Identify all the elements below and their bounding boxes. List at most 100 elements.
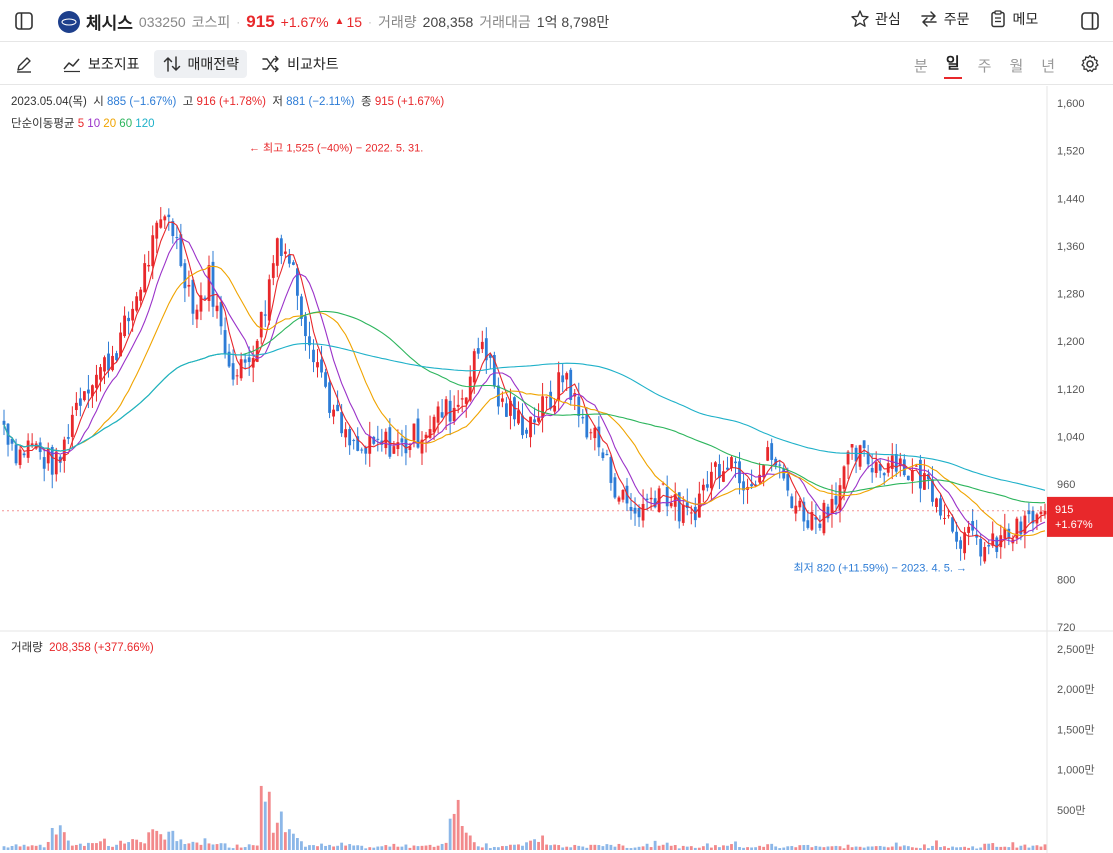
candle-body bbox=[476, 348, 480, 354]
candle-body bbox=[82, 391, 86, 401]
volume-bar bbox=[247, 844, 251, 850]
sort-arrows-icon bbox=[163, 56, 180, 72]
stock-name[interactable]: 체시스 bbox=[86, 9, 133, 34]
volume-bar bbox=[577, 845, 581, 850]
period-week[interactable]: 주 bbox=[976, 55, 994, 76]
period-month[interactable]: 월 bbox=[1007, 55, 1025, 76]
volume-bar bbox=[782, 847, 786, 850]
candle-body bbox=[279, 238, 283, 256]
volume-bar bbox=[758, 845, 762, 850]
volume-bar bbox=[496, 847, 500, 850]
volume-bar bbox=[239, 847, 243, 850]
volume-bar bbox=[308, 845, 311, 850]
memo-button[interactable]: 메모 bbox=[988, 9, 1039, 29]
clipboard-icon bbox=[990, 10, 1005, 28]
volume-bar bbox=[74, 844, 78, 850]
volume-bar bbox=[983, 843, 987, 850]
volume-bar bbox=[629, 848, 633, 850]
volume-bar bbox=[975, 848, 979, 850]
volume-bar bbox=[645, 843, 649, 850]
volume-bar bbox=[898, 846, 902, 850]
candle-body bbox=[798, 500, 802, 508]
candle-body bbox=[633, 507, 637, 514]
volume-bar bbox=[356, 845, 360, 850]
candle-body bbox=[910, 470, 914, 481]
volume-bar bbox=[709, 847, 713, 850]
watch-button[interactable]: 관심 bbox=[850, 9, 901, 29]
candle-body bbox=[320, 359, 323, 373]
volume-tick-label: 500만 bbox=[1057, 804, 1085, 817]
volume-bar bbox=[517, 844, 520, 850]
current-price-tag-value: 915 bbox=[1055, 504, 1073, 516]
strategy-button[interactable]: 매매전략 bbox=[153, 50, 248, 78]
volume-bar bbox=[669, 845, 673, 850]
pencil-draw-icon[interactable] bbox=[11, 51, 37, 77]
period-minute[interactable]: 분 bbox=[912, 55, 930, 76]
volume-bar bbox=[263, 801, 267, 850]
candle-body bbox=[135, 296, 139, 311]
candle-body bbox=[127, 317, 131, 322]
volume-bar bbox=[955, 847, 958, 850]
sidebar-toggle-icon[interactable] bbox=[11, 8, 37, 34]
candle-body bbox=[283, 251, 287, 254]
volume-bar bbox=[364, 848, 368, 850]
volume-bar bbox=[597, 845, 601, 850]
period-day[interactable]: 일 bbox=[943, 52, 962, 79]
indicator-button[interactable]: 보조지표 bbox=[54, 50, 148, 78]
volume-bar bbox=[790, 846, 794, 850]
volume-bar bbox=[914, 847, 918, 850]
candle-body bbox=[360, 449, 364, 451]
candle-body bbox=[601, 452, 605, 459]
volume-bar bbox=[923, 844, 926, 850]
price-chart[interactable]: 1,600 1,520 1,440 1,360 1,280 1,200 1,120 1,040… bbox=[0, 86, 1113, 853]
volume-bar bbox=[50, 827, 54, 850]
volume-bar bbox=[870, 846, 874, 850]
candle-body bbox=[352, 440, 356, 442]
candle-body bbox=[275, 238, 279, 266]
watch-label: 관심 bbox=[875, 11, 901, 27]
volume-bar bbox=[287, 829, 291, 850]
volume-bar bbox=[259, 785, 263, 850]
volume-bar bbox=[424, 845, 428, 850]
settings-gear-icon[interactable] bbox=[1077, 51, 1103, 77]
candle-body bbox=[533, 419, 536, 423]
volume-bar bbox=[54, 834, 58, 850]
volume-bar bbox=[30, 845, 34, 850]
ma60-line bbox=[3, 310, 1046, 504]
volume-bar bbox=[850, 847, 854, 850]
candle-body bbox=[914, 465, 918, 467]
candle-body bbox=[143, 263, 147, 293]
volume-bar bbox=[344, 845, 348, 850]
volume-bar bbox=[215, 844, 219, 850]
candle-body bbox=[432, 416, 436, 433]
volume-bar bbox=[693, 847, 697, 850]
period-year[interactable]: 년 bbox=[1039, 55, 1057, 76]
order-button[interactable]: 주문 bbox=[919, 9, 970, 29]
stock-header: 체시스 033250 코스피 · 915 +1.67% ▲ 15 · 거래량 2… bbox=[0, 0, 1113, 42]
volume-bar bbox=[46, 841, 50, 850]
candle-body bbox=[505, 403, 508, 417]
memo-label: 메모 bbox=[1012, 11, 1039, 27]
volume-bar bbox=[802, 845, 806, 850]
volume-bar bbox=[243, 847, 247, 850]
volume-bar bbox=[432, 846, 436, 850]
candle-body bbox=[1039, 511, 1043, 515]
compare-button[interactable]: 비교차트 bbox=[253, 50, 347, 78]
volume-bar bbox=[444, 842, 448, 850]
candle-body bbox=[561, 375, 565, 383]
volume-bar bbox=[625, 847, 629, 850]
volume-bar bbox=[163, 839, 167, 850]
candle-body bbox=[537, 417, 540, 422]
price-tick-label: 1,440 bbox=[1057, 193, 1085, 205]
volume-bar bbox=[207, 843, 211, 850]
candle-body bbox=[70, 414, 74, 437]
right-panel-toggle-icon[interactable] bbox=[1077, 8, 1103, 34]
volume-bar bbox=[332, 846, 335, 850]
volume-bar bbox=[1019, 845, 1023, 850]
candle-body bbox=[332, 409, 335, 417]
volume-bar bbox=[115, 844, 118, 850]
volume-bar bbox=[549, 845, 553, 850]
volume-bar bbox=[66, 840, 70, 850]
volume-bar bbox=[231, 848, 235, 850]
volume-bar bbox=[251, 845, 255, 850]
